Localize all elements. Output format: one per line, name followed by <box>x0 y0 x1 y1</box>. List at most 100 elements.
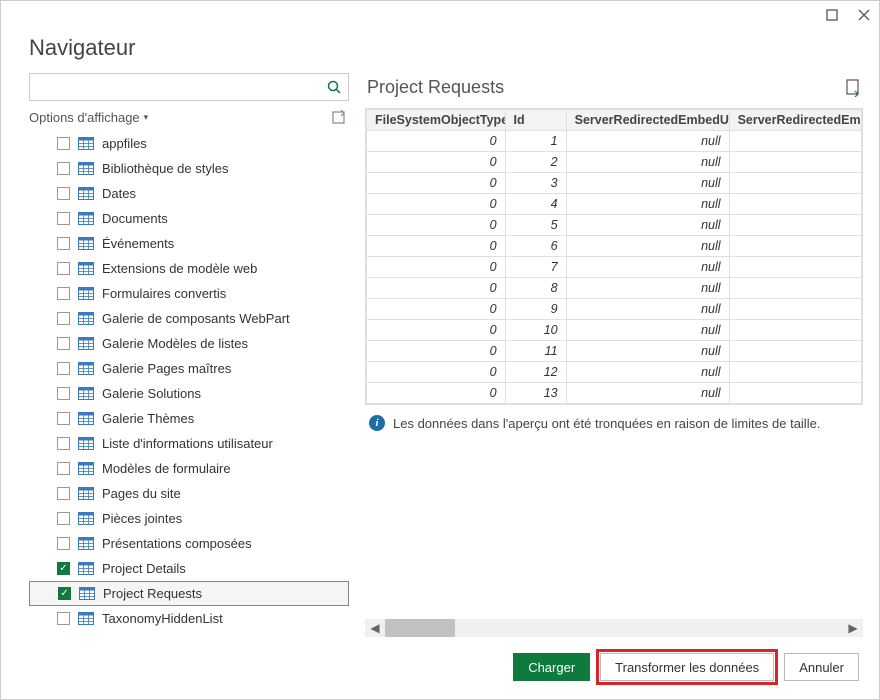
table-row[interactable]: 03null <box>367 173 862 194</box>
scroll-right-icon[interactable]: ▶ <box>843 621 863 635</box>
tree-item[interactable]: Project Details <box>29 556 349 581</box>
scroll-track[interactable] <box>385 619 843 637</box>
tree-item[interactable]: Formulaires convertis <box>29 281 349 306</box>
tree-item[interactable]: Galerie Pages maîtres <box>29 356 349 381</box>
load-button[interactable]: Charger <box>513 653 590 681</box>
tree-item[interactable]: Événements <box>29 231 349 256</box>
checkbox[interactable] <box>57 562 70 575</box>
tree-item-label: Galerie de composants WebPart <box>102 311 349 326</box>
table-icon <box>78 137 94 150</box>
table-cell <box>729 236 861 257</box>
table-row[interactable]: 05null <box>367 215 862 236</box>
checkbox[interactable] <box>57 137 70 150</box>
table-row[interactable]: 011null <box>367 341 862 362</box>
table-row[interactable]: 01null <box>367 131 862 152</box>
table-cell: null <box>566 194 729 215</box>
tree-item[interactable]: Dates <box>29 181 349 206</box>
tree-item-label: TaxonomyHiddenList <box>102 611 349 626</box>
checkbox[interactable] <box>57 612 70 625</box>
table-cell: 0 <box>367 362 506 383</box>
table-cell: 9 <box>505 299 566 320</box>
checkbox[interactable] <box>57 212 70 225</box>
table-cell: 0 <box>367 173 506 194</box>
table-row[interactable]: 012null <box>367 362 862 383</box>
table-row[interactable]: 09null <box>367 299 862 320</box>
table-cell: 7 <box>505 257 566 278</box>
maximize-icon[interactable] <box>823 6 841 24</box>
tree-item[interactable]: Documents <box>29 206 349 231</box>
table-row[interactable]: 013null <box>367 383 862 404</box>
truncation-notice: i Les données dans l'aperçu ont été tron… <box>365 405 863 441</box>
table-icon <box>78 362 94 375</box>
table-row[interactable]: 02null <box>367 152 862 173</box>
table-row[interactable]: 010null <box>367 320 862 341</box>
column-header[interactable]: Id <box>505 110 566 131</box>
transform-data-button[interactable]: Transformer les données <box>600 653 774 681</box>
tree-item[interactable]: TaxonomyHiddenList <box>29 606 349 631</box>
chevron-down-icon: ▾ <box>144 112 149 123</box>
export-icon[interactable] <box>845 79 861 97</box>
search-input[interactable] <box>30 80 320 95</box>
cancel-button[interactable]: Annuler <box>784 653 859 681</box>
checkbox[interactable] <box>57 237 70 250</box>
source-tree[interactable]: appfilesBibliothèque de stylesDatesDocum… <box>29 131 349 637</box>
table-cell: 0 <box>367 278 506 299</box>
tree-item[interactable]: Project Requests <box>29 581 349 606</box>
tree-item[interactable]: Galerie Solutions <box>29 381 349 406</box>
table-cell: 11 <box>505 341 566 362</box>
scroll-thumb[interactable] <box>385 619 455 637</box>
table-icon <box>78 237 94 250</box>
table-cell <box>729 362 861 383</box>
tree-item[interactable]: Galerie Modèles de listes <box>29 331 349 356</box>
checkbox[interactable] <box>57 462 70 475</box>
table-row[interactable]: 06null <box>367 236 862 257</box>
search-icon[interactable] <box>320 74 348 100</box>
checkbox[interactable] <box>57 162 70 175</box>
scroll-left-icon[interactable]: ◀ <box>365 621 385 635</box>
column-header[interactable]: ServerRedirectedEmbed <box>729 110 861 131</box>
checkbox[interactable] <box>57 437 70 450</box>
table-cell <box>729 383 861 404</box>
tree-item[interactable]: Bibliothèque de styles <box>29 156 349 181</box>
column-header[interactable]: ServerRedirectedEmbedUri <box>566 110 729 131</box>
checkbox[interactable] <box>58 587 71 600</box>
checkbox[interactable] <box>57 187 70 200</box>
tree-item[interactable]: Modèles de formulaire <box>29 456 349 481</box>
table-cell: null <box>566 299 729 320</box>
tree-item[interactable]: Pages du site <box>29 481 349 506</box>
tree-item[interactable]: Galerie de composants WebPart <box>29 306 349 331</box>
window-titlebar <box>1 1 879 29</box>
tree-item[interactable]: Liste d'informations utilisateur <box>29 431 349 456</box>
tree-item[interactable]: Galerie Thèmes <box>29 406 349 431</box>
checkbox[interactable] <box>57 512 70 525</box>
tree-item[interactable]: appfiles <box>29 131 349 156</box>
horizontal-scrollbar[interactable]: ◀ ▶ <box>365 619 863 637</box>
table-cell: 10 <box>505 320 566 341</box>
checkbox[interactable] <box>57 387 70 400</box>
tree-item[interactable]: Pièces jointes <box>29 506 349 531</box>
column-header[interactable]: FileSystemObjectType <box>367 110 506 131</box>
tree-item[interactable]: Extensions de modèle web <box>29 256 349 281</box>
checkbox[interactable] <box>57 362 70 375</box>
tree-item[interactable]: Présentations composées <box>29 531 349 556</box>
checkbox[interactable] <box>57 537 70 550</box>
checkbox[interactable] <box>57 287 70 300</box>
tree-item-label: Événements <box>102 236 349 251</box>
table-cell: null <box>566 362 729 383</box>
table-icon <box>78 287 94 300</box>
search-box[interactable] <box>29 73 349 101</box>
checkbox[interactable] <box>57 412 70 425</box>
checkbox[interactable] <box>57 262 70 275</box>
tree-item-label: Formulaires convertis <box>102 286 349 301</box>
display-options-label: Options d'affichage <box>29 110 140 125</box>
table-icon <box>78 312 94 325</box>
display-options-dropdown[interactable]: Options d'affichage ▾ <box>29 110 148 125</box>
close-icon[interactable] <box>855 6 873 24</box>
table-row[interactable]: 04null <box>367 194 862 215</box>
checkbox[interactable] <box>57 312 70 325</box>
table-row[interactable]: 07null <box>367 257 862 278</box>
refresh-icon[interactable] <box>331 109 347 125</box>
checkbox[interactable] <box>57 487 70 500</box>
checkbox[interactable] <box>57 337 70 350</box>
table-row[interactable]: 08null <box>367 278 862 299</box>
